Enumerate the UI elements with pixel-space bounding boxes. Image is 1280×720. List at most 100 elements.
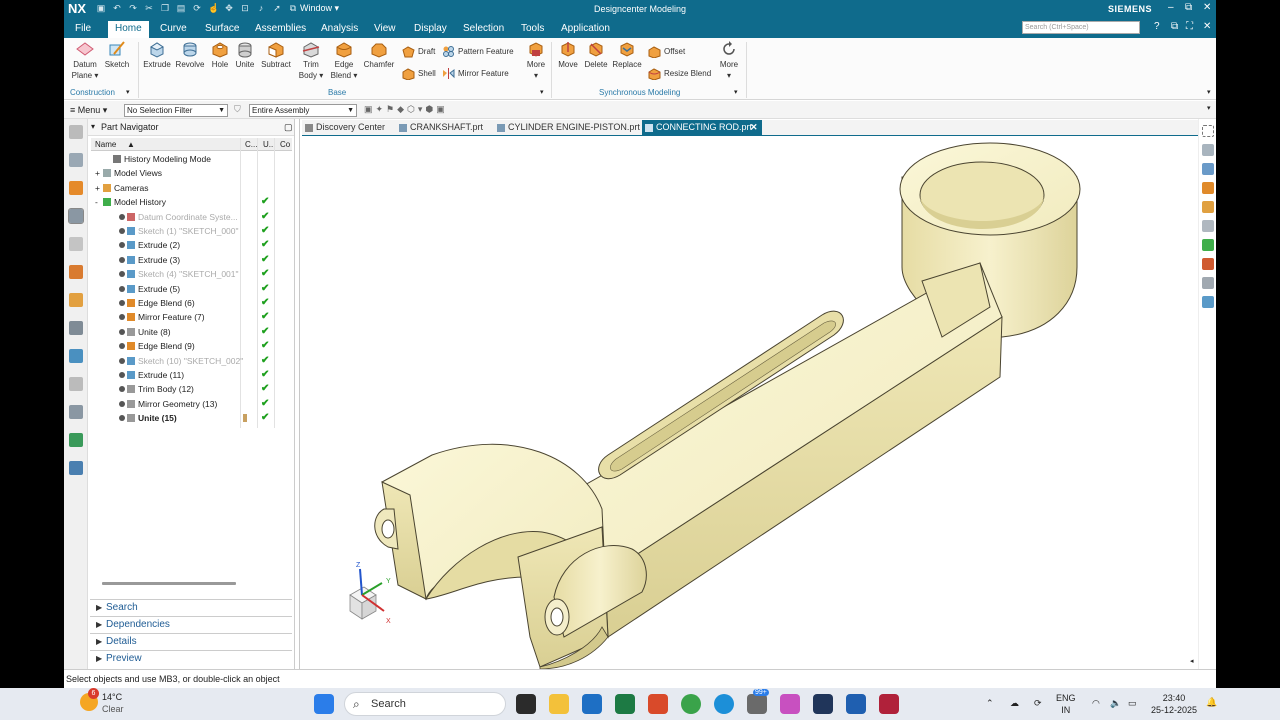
visibility-eye-icon[interactable] — [119, 386, 125, 393]
view-settings-icon[interactable] — [1201, 296, 1214, 308]
tree-row[interactable]: Sketch (4) "SKETCH_001" ✔ — [91, 267, 292, 281]
graphics-viewport[interactable]: Z Y X ◂ — [302, 137, 1198, 670]
clock[interactable]: 23:40 25-12-2025 — [1150, 692, 1198, 716]
tree-row[interactable]: Unite (15) ✔ — [91, 411, 292, 425]
visibility-eye-icon[interactable] — [119, 328, 125, 335]
visibility-eye-icon[interactable] — [119, 343, 125, 350]
rendering-style-icon[interactable] — [1201, 182, 1214, 194]
sync-icon[interactable]: ⟳ — [1034, 697, 1042, 709]
window-arrange-icon[interactable]: ⧉ — [1171, 21, 1178, 32]
tab-home[interactable]: Home — [108, 21, 149, 38]
acrobat-icon[interactable] — [648, 694, 668, 714]
delete-face-button[interactable]: Delete — [582, 40, 610, 70]
start-icon[interactable] — [314, 694, 334, 714]
extrude-button[interactable]: Extrude — [142, 40, 172, 70]
hole-button[interactable]: Hole — [208, 40, 232, 70]
close-tab-icon[interactable]: ✕ — [750, 120, 758, 135]
command-search-input[interactable]: Search (Ctrl+Space) — [1022, 21, 1140, 34]
tray-overflow-icon[interactable]: ⌃ — [986, 697, 994, 709]
offset-region-button[interactable]: Offset — [648, 45, 685, 58]
language-indicator[interactable]: ENG IN — [1056, 692, 1076, 716]
section-search[interactable]: ▶ Search — [90, 599, 292, 616]
tab-view[interactable]: View — [367, 21, 403, 38]
column-c[interactable]: C... — [245, 140, 257, 149]
roles-icon[interactable] — [68, 405, 83, 419]
tab-application[interactable]: Application — [554, 21, 617, 38]
chamfer-button[interactable]: Chamfer — [362, 40, 396, 70]
minimize-icon[interactable]: – — [1168, 2, 1174, 13]
tree-row[interactable]: Unite (8) ✔ — [91, 325, 292, 339]
file-explorer-icon[interactable] — [549, 694, 569, 714]
column-name[interactable]: Name — [95, 140, 116, 149]
fit-view-icon[interactable] — [1201, 125, 1214, 137]
system-scenes-icon[interactable] — [68, 433, 83, 447]
manufacturing-wizard-icon[interactable] — [68, 461, 83, 475]
ribbon-options-icon[interactable]: ▾ — [1207, 88, 1211, 96]
expand-toggle-icon[interactable]: + — [95, 166, 100, 180]
orient-view-icon[interactable] — [1201, 163, 1214, 175]
edge-blend-button[interactable]: Edge Blend ▾ — [328, 40, 360, 81]
wireframe-icon[interactable] — [1201, 220, 1214, 232]
shell-button[interactable]: Shell — [402, 67, 436, 80]
visibility-eye-icon[interactable] — [119, 300, 125, 306]
excel-icon[interactable] — [615, 694, 635, 714]
volume-icon[interactable]: 🔈 — [1110, 697, 1121, 709]
color-icon[interactable] — [1201, 239, 1214, 251]
visibility-eye-icon[interactable] — [119, 415, 125, 422]
fullscreen-icon[interactable]: ⛶ — [1186, 21, 1193, 32]
assembly-navigator-icon[interactable] — [68, 153, 83, 167]
unite-button[interactable]: Unite — [232, 40, 258, 70]
mirror-feature-button[interactable]: Mirror Feature — [442, 67, 509, 80]
visibility-eye-icon[interactable] — [119, 372, 125, 378]
settings-gear-icon[interactable] — [68, 125, 83, 139]
draft-button[interactable]: Draft — [402, 45, 435, 58]
close-icon[interactable]: ✕ — [1203, 2, 1211, 13]
expand-toggle-icon[interactable]: + — [95, 181, 100, 195]
tab-file[interactable]: File — [68, 21, 98, 38]
visibility-eye-icon[interactable] — [119, 242, 125, 249]
show-hide-icon[interactable] — [1201, 277, 1214, 289]
selbar-options-icon[interactable]: ▾ — [1207, 104, 1211, 112]
tree-row[interactable]: History Modeling Mode — [91, 152, 292, 166]
visibility-eye-icon[interactable] — [119, 285, 125, 292]
resize-blend-button[interactable]: Resize Blend — [648, 67, 711, 80]
base-expand-icon[interactable]: ▾ — [540, 88, 544, 96]
weather-widget[interactable]: 14°C Clear — [102, 691, 124, 715]
tab-discovery-center[interactable]: Discovery Center — [302, 120, 392, 136]
hd3d-tools-icon[interactable] — [68, 265, 83, 279]
process-studio-icon[interactable] — [68, 377, 83, 391]
edge-icon[interactable] — [714, 694, 734, 714]
navigator-menu-icon[interactable]: ▾ — [91, 122, 95, 131]
edit-section-icon[interactable] — [1201, 258, 1214, 270]
selection-scope-dropdown[interactable]: Entire Assembly ▼ — [249, 104, 357, 117]
tab-curve[interactable]: Curve — [153, 21, 194, 38]
maximize-panel-icon[interactable]: ▢ — [284, 122, 293, 133]
revolve-button[interactable]: Revolve — [174, 40, 206, 70]
tree-row[interactable]: + Model Views — [91, 166, 292, 180]
construction-expand-icon[interactable]: ▾ — [126, 88, 130, 96]
chrome-icon[interactable] — [681, 694, 701, 714]
tree-row[interactable]: Extrude (11) ✔ — [91, 368, 292, 382]
tab-assemblies[interactable]: Assemblies — [248, 21, 313, 38]
base-more-button[interactable]: More ▾ — [522, 40, 550, 81]
history-icon[interactable] — [68, 321, 83, 335]
sketch-button[interactable]: Sketch — [102, 40, 132, 70]
sync-more-button[interactable]: More ▾ — [716, 40, 742, 81]
tree-row[interactable]: Mirror Geometry (13) ✔ — [91, 397, 292, 411]
section-preview[interactable]: ▶ Preview — [90, 650, 292, 667]
pattern-feature-button[interactable]: Pattern Feature — [442, 45, 514, 58]
tree-row[interactable]: Datum Coordinate Syste... ✔ — [91, 210, 292, 224]
tab-analysis[interactable]: Analysis — [314, 21, 365, 38]
trim-body-button[interactable]: Trim Body ▾ — [296, 40, 326, 81]
visibility-eye-icon[interactable] — [119, 228, 125, 234]
section-dependencies[interactable]: ▶ Dependencies — [90, 616, 292, 633]
tree-row[interactable]: Mirror Feature (7) ✔ — [91, 310, 292, 324]
tree-row[interactable]: Edge Blend (6) ✔ — [91, 296, 292, 310]
search-icon[interactable]: ⌕ — [1132, 21, 1138, 32]
tree-row[interactable]: Extrude (3) ✔ — [91, 253, 292, 267]
teams-icon[interactable] — [747, 694, 767, 714]
zoom-icon[interactable] — [1201, 144, 1214, 156]
onedrive-icon[interactable]: ☁ — [1010, 697, 1019, 709]
shaded-icon[interactable] — [1201, 201, 1214, 213]
filter-funnel-icon[interactable]: ⛉ — [234, 104, 241, 115]
